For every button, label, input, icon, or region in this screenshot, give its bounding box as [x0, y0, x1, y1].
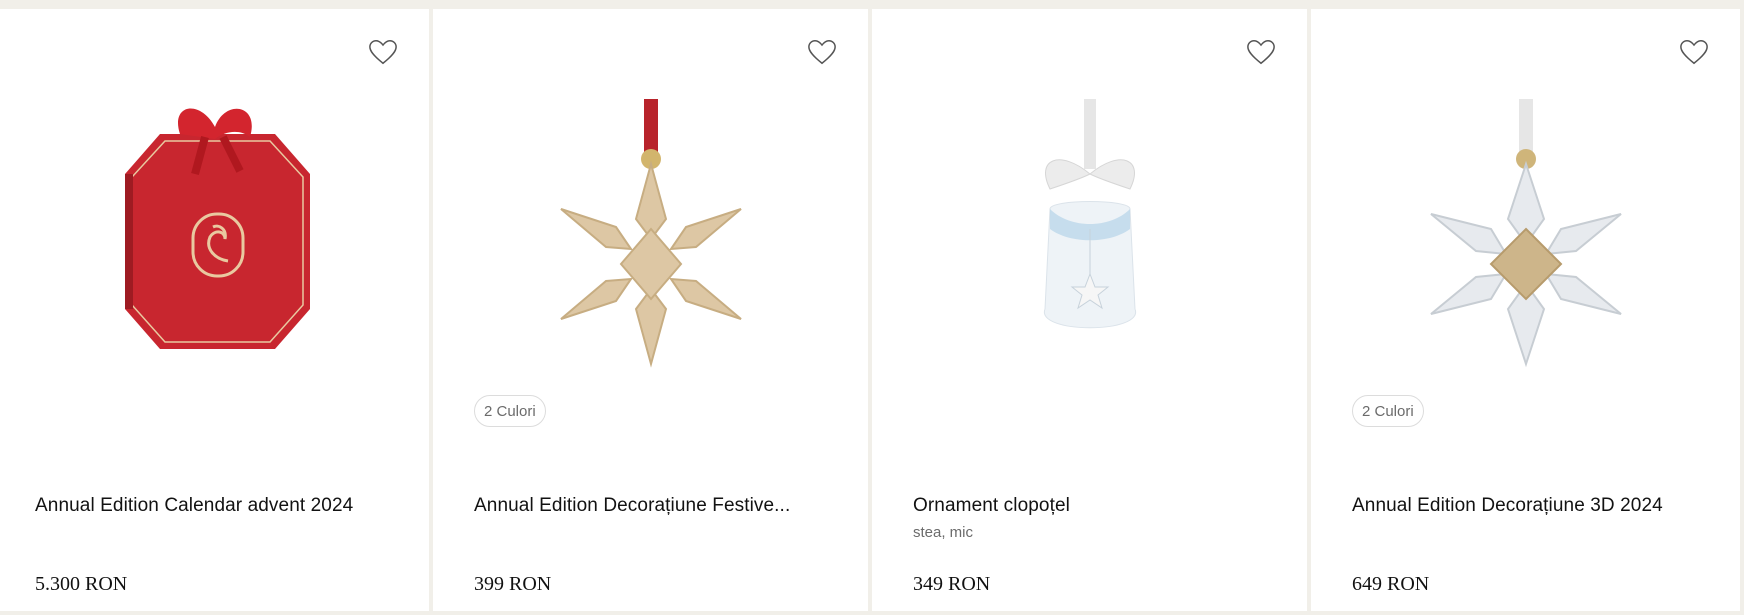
product-price: 649 RON: [1352, 573, 1430, 595]
heart-outline-icon: [369, 39, 397, 65]
gold-snowflake-image: [559, 99, 742, 368]
product-card[interactable]: 2 Culori Annual Edition Decorațiune Fest…: [433, 9, 868, 611]
product-card[interactable]: Ornament clopoțel stea, mic 349 RON: [872, 9, 1307, 611]
product-card[interactable]: Annual Edition Calendar advent 2024 5.30…: [0, 9, 429, 611]
product-price: 399 RON: [474, 573, 552, 595]
product-card[interactable]: 2 Culori Annual Edition Decorațiune 3D 2…: [1311, 9, 1740, 611]
wishlist-button[interactable]: [806, 37, 838, 67]
wishlist-button[interactable]: [1245, 37, 1277, 67]
3d-snowflake-image: [1429, 99, 1622, 368]
wishlist-button[interactable]: [367, 37, 399, 67]
product-price: 5.300 RON: [35, 573, 128, 595]
colors-badge[interactable]: 2 Culori: [474, 395, 546, 427]
heart-outline-icon: [1680, 39, 1708, 65]
heart-outline-icon: [1247, 39, 1275, 65]
bell-ornament-image: [1043, 99, 1136, 329]
advent-calendar-image: [124, 108, 310, 349]
product-image[interactable]: [0, 69, 429, 389]
product-subtitle: stea, mic: [913, 524, 974, 541]
colors-badge[interactable]: 2 Culori: [1352, 395, 1424, 427]
product-grid: Annual Edition Calendar advent 2024 5.30…: [0, 9, 1744, 611]
product-price: 349 RON: [913, 573, 991, 595]
product-title[interactable]: Annual Edition Decorațiune Festive...: [474, 495, 790, 517]
product-title[interactable]: Annual Edition Calendar advent 2024: [35, 495, 353, 517]
product-image[interactable]: [433, 69, 868, 389]
product-title[interactable]: Ornament clopoțel: [913, 495, 1070, 517]
heart-outline-icon: [808, 39, 836, 65]
product-image[interactable]: [872, 69, 1307, 389]
product-title[interactable]: Annual Edition Decorațiune 3D 2024: [1352, 495, 1663, 517]
product-image[interactable]: [1311, 69, 1740, 389]
wishlist-button[interactable]: [1678, 37, 1710, 67]
